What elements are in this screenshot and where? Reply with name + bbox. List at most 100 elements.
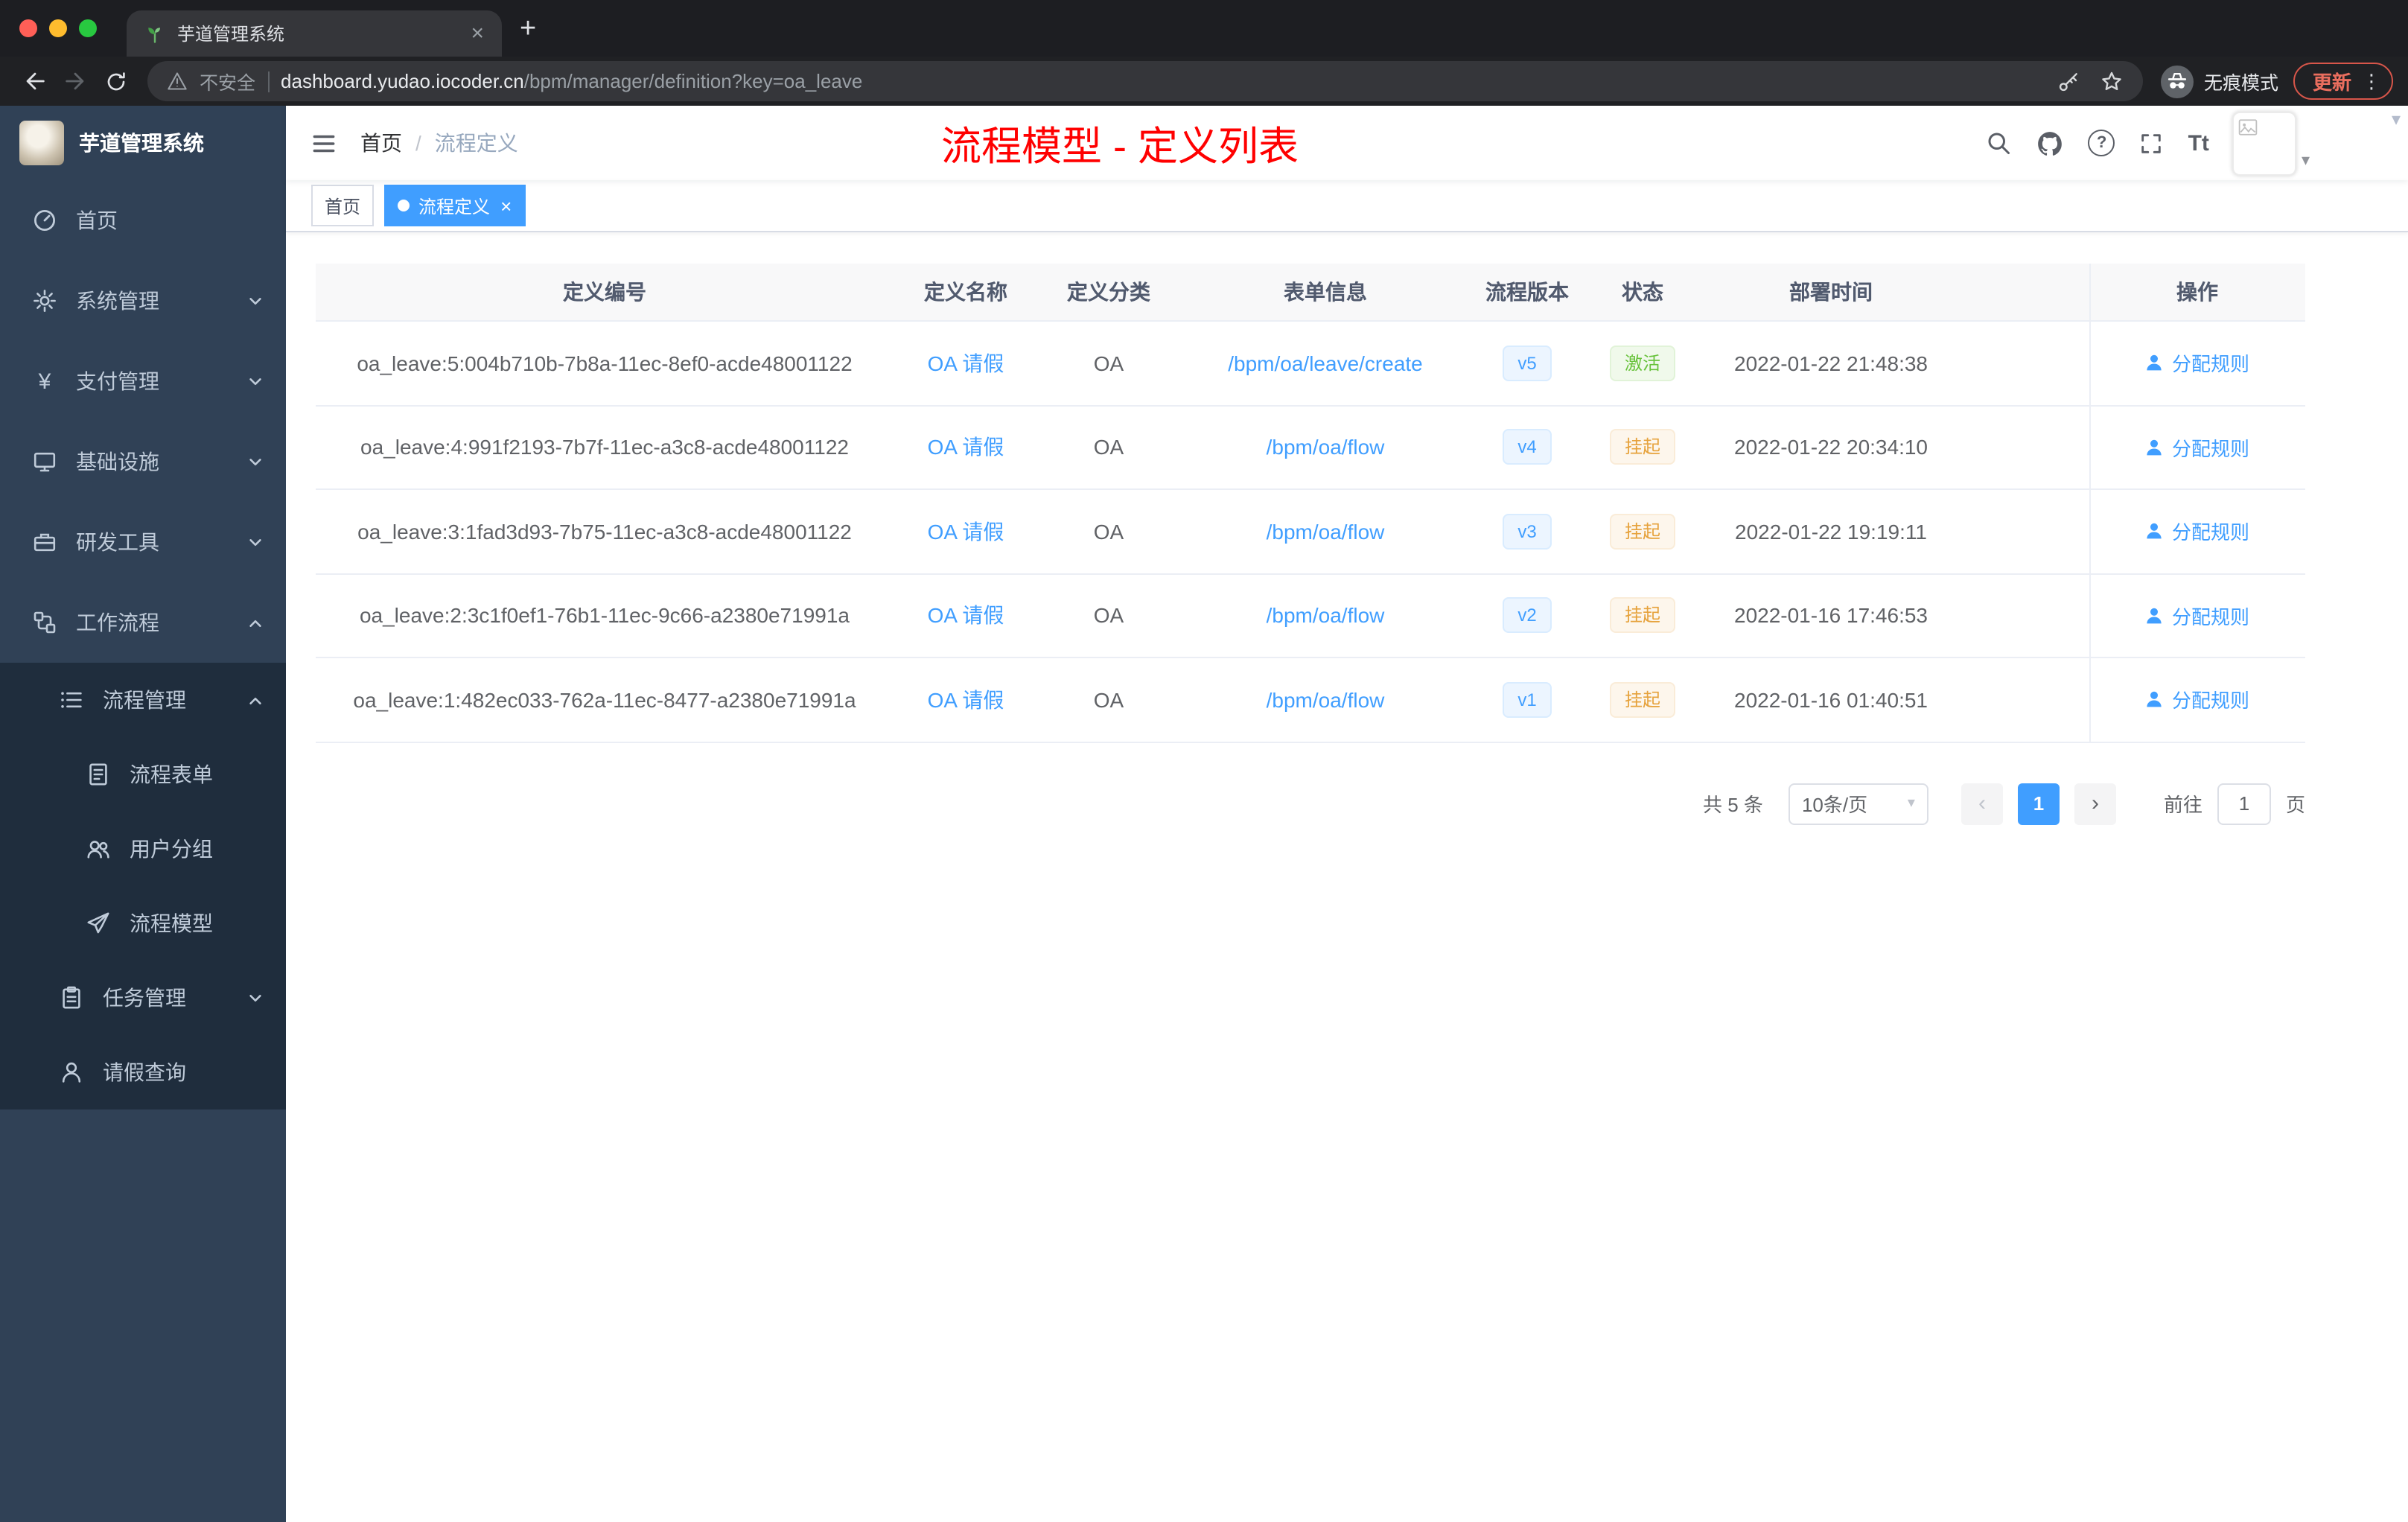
cell-deploy-time: 2022-01-16 01:40:51 (1734, 687, 1928, 712)
form-link[interactable]: /bpm/oa/flow (1267, 520, 1385, 544)
avatar-dropdown[interactable]: ▾ (2232, 111, 2310, 175)
browser-menu-icon[interactable]: ⋮ (2362, 69, 2381, 93)
sidebar-logo[interactable]: 芋道管理系统 (0, 106, 286, 180)
sidebar-item-process-form[interactable]: 流程表单 (0, 737, 286, 812)
help-icon[interactable]: ? (2088, 130, 2115, 156)
sidebar-item-task-management[interactable]: 任务管理 (0, 961, 286, 1035)
sidebar-item-home[interactable]: 首页 (0, 180, 286, 261)
form-link[interactable]: /bpm/oa/leave/create (1228, 351, 1423, 375)
hamburger-icon[interactable] (310, 129, 338, 157)
chevron-up-icon (249, 696, 261, 704)
form-link[interactable]: /bpm/oa/flow (1267, 436, 1385, 459)
definition-name-link[interactable]: OA 请假 (928, 436, 1004, 459)
github-icon[interactable] (2036, 129, 2065, 157)
status-badge: 激活 (1609, 345, 1675, 381)
reload-button[interactable] (95, 61, 136, 101)
sidebar-item-system[interactable]: 系统管理 (0, 261, 286, 341)
sidebar-item-leave-query[interactable]: 请假查询 (0, 1035, 286, 1109)
assign-rule-link[interactable]: 分配规则 (2145, 686, 2249, 714)
toolbox-icon (34, 533, 56, 552)
assign-rule-link[interactable]: 分配规则 (2145, 433, 2249, 462)
chrome-update-button[interactable]: 更新 ⋮ (2293, 63, 2393, 100)
favicon-icon (148, 27, 160, 42)
table-row: oa_leave:5:004b710b-7b8a-11ec-8ef0-acde4… (316, 322, 2305, 406)
tag-process-definition[interactable]: 流程定义 × (384, 185, 526, 226)
tab-close-icon[interactable]: × (471, 22, 484, 45)
user-icon (2147, 608, 2162, 623)
chevron-down-icon (249, 297, 261, 305)
assign-rule-link[interactable]: 分配规则 (2145, 518, 2249, 546)
definition-name-link[interactable]: OA 请假 (928, 520, 1004, 544)
sidebar-item-process-model[interactable]: 流程模型 (0, 886, 286, 961)
fullscreen-icon[interactable] (2139, 130, 2165, 156)
cell-definition-id: oa_leave:2:3c1f0ef1-76b1-11ec-9c66-a2380… (359, 603, 850, 628)
version-badge: v4 (1503, 429, 1552, 465)
pagination-total: 共 5 条 (1703, 794, 1763, 816)
column-header-status: 状态 (1622, 280, 1663, 304)
definition-name-link[interactable]: OA 请假 (928, 351, 1004, 375)
goto-page-input[interactable] (2217, 783, 2271, 824)
tag-home[interactable]: 首页 (311, 185, 375, 226)
tab-strip: 芋道管理系统 × + (0, 0, 2408, 57)
tag-close-icon[interactable]: × (500, 196, 512, 215)
sidebar: 芋道管理系统 首页 系统管理 ¥ 支付管理 基础设施 研发工具 工作流程 流程管… (0, 106, 286, 1522)
version-badge: v3 (1503, 513, 1552, 550)
sidebar-item-workflow[interactable]: 工作流程 (0, 582, 286, 663)
bookmark-star-icon[interactable] (2100, 69, 2124, 93)
incognito-icon (2160, 65, 2194, 98)
window-minimize-button[interactable] (49, 19, 67, 37)
window-zoom-button[interactable] (79, 19, 97, 37)
text-size-icon[interactable]: Tt (2188, 130, 2209, 156)
window-close-button[interactable] (19, 19, 37, 37)
cell-deploy-time: 2022-01-22 21:48:38 (1734, 351, 1928, 375)
caret-down-icon: ▾ (2301, 151, 2310, 169)
chevron-down-icon (249, 994, 261, 1002)
user-icon (2147, 692, 2162, 707)
browser-tab[interactable]: 芋道管理系统 × (127, 10, 502, 57)
search-icon[interactable] (1986, 130, 2013, 156)
broken-image-icon (2239, 118, 2258, 135)
panel-caret-icon[interactable]: ▾ (2392, 109, 2401, 130)
cell-category: OA (1093, 603, 1124, 628)
active-dot (398, 200, 410, 211)
security-label: 不安全 (200, 73, 256, 94)
column-header-id: 定义编号 (563, 280, 646, 304)
content-area: 定义编号 定义名称 定义分类 表单信息 流程版本 状态 部署时间 操作 oa_l… (286, 232, 2408, 1522)
definition-name-link[interactable]: OA 请假 (928, 604, 1004, 628)
chevron-down-icon (249, 458, 261, 465)
definition-name-link[interactable]: OA 请假 (928, 688, 1004, 712)
select-caret-icon: ▾ (1907, 795, 1915, 812)
url-domain: dashboard.yudao.iocoder.cn (281, 70, 524, 92)
chevron-up-icon (249, 619, 261, 626)
next-page-button[interactable]: › (2074, 783, 2116, 824)
page-size-select[interactable]: 10条/页 ▾ (1788, 783, 1928, 824)
prev-page-button[interactable]: ‹ (1961, 783, 2003, 824)
status-badge: 挂起 (1609, 429, 1675, 465)
security-warning-icon (168, 72, 187, 90)
cell-category: OA (1093, 351, 1124, 375)
address-bar[interactable]: 不安全 dashboard.yudao.iocoder.cn/bpm/manag… (147, 61, 2143, 101)
avatar[interactable] (2232, 111, 2297, 175)
form-link[interactable]: /bpm/oa/flow (1267, 604, 1385, 628)
people-icon (87, 841, 109, 859)
user-icon (2147, 523, 2162, 539)
sidebar-item-devtools[interactable]: 研发工具 (0, 502, 286, 582)
sidebar-item-infra[interactable]: 基础设施 (0, 421, 286, 502)
assign-rule-link[interactable]: 分配规则 (2145, 602, 2249, 630)
password-key-icon[interactable] (2057, 69, 2080, 93)
new-tab-button[interactable]: + (520, 14, 536, 42)
breadcrumb-home[interactable]: 首页 (360, 128, 402, 158)
page-number-button[interactable]: 1 (2017, 783, 2060, 824)
back-button[interactable] (15, 61, 55, 101)
sidebar-item-payment[interactable]: ¥ 支付管理 (0, 341, 286, 421)
assign-rule-link[interactable]: 分配规则 (2145, 349, 2249, 378)
goto-label: 前往 (2163, 794, 2202, 816)
forward-button[interactable] (55, 61, 95, 101)
main-area: 首页 / 流程定义 流程模型 - 定义列表 ? Tt ▾ ▾ 首页 流程定义 ×… (286, 106, 2408, 1522)
clipboard-icon (63, 986, 80, 1009)
form-link[interactable]: /bpm/oa/flow (1267, 688, 1385, 712)
update-label: 更新 (2312, 71, 2351, 94)
paper-plane-icon (87, 912, 109, 934)
sidebar-item-process-management[interactable]: 流程管理 (0, 663, 286, 737)
sidebar-item-user-group[interactable]: 用户分组 (0, 812, 286, 886)
